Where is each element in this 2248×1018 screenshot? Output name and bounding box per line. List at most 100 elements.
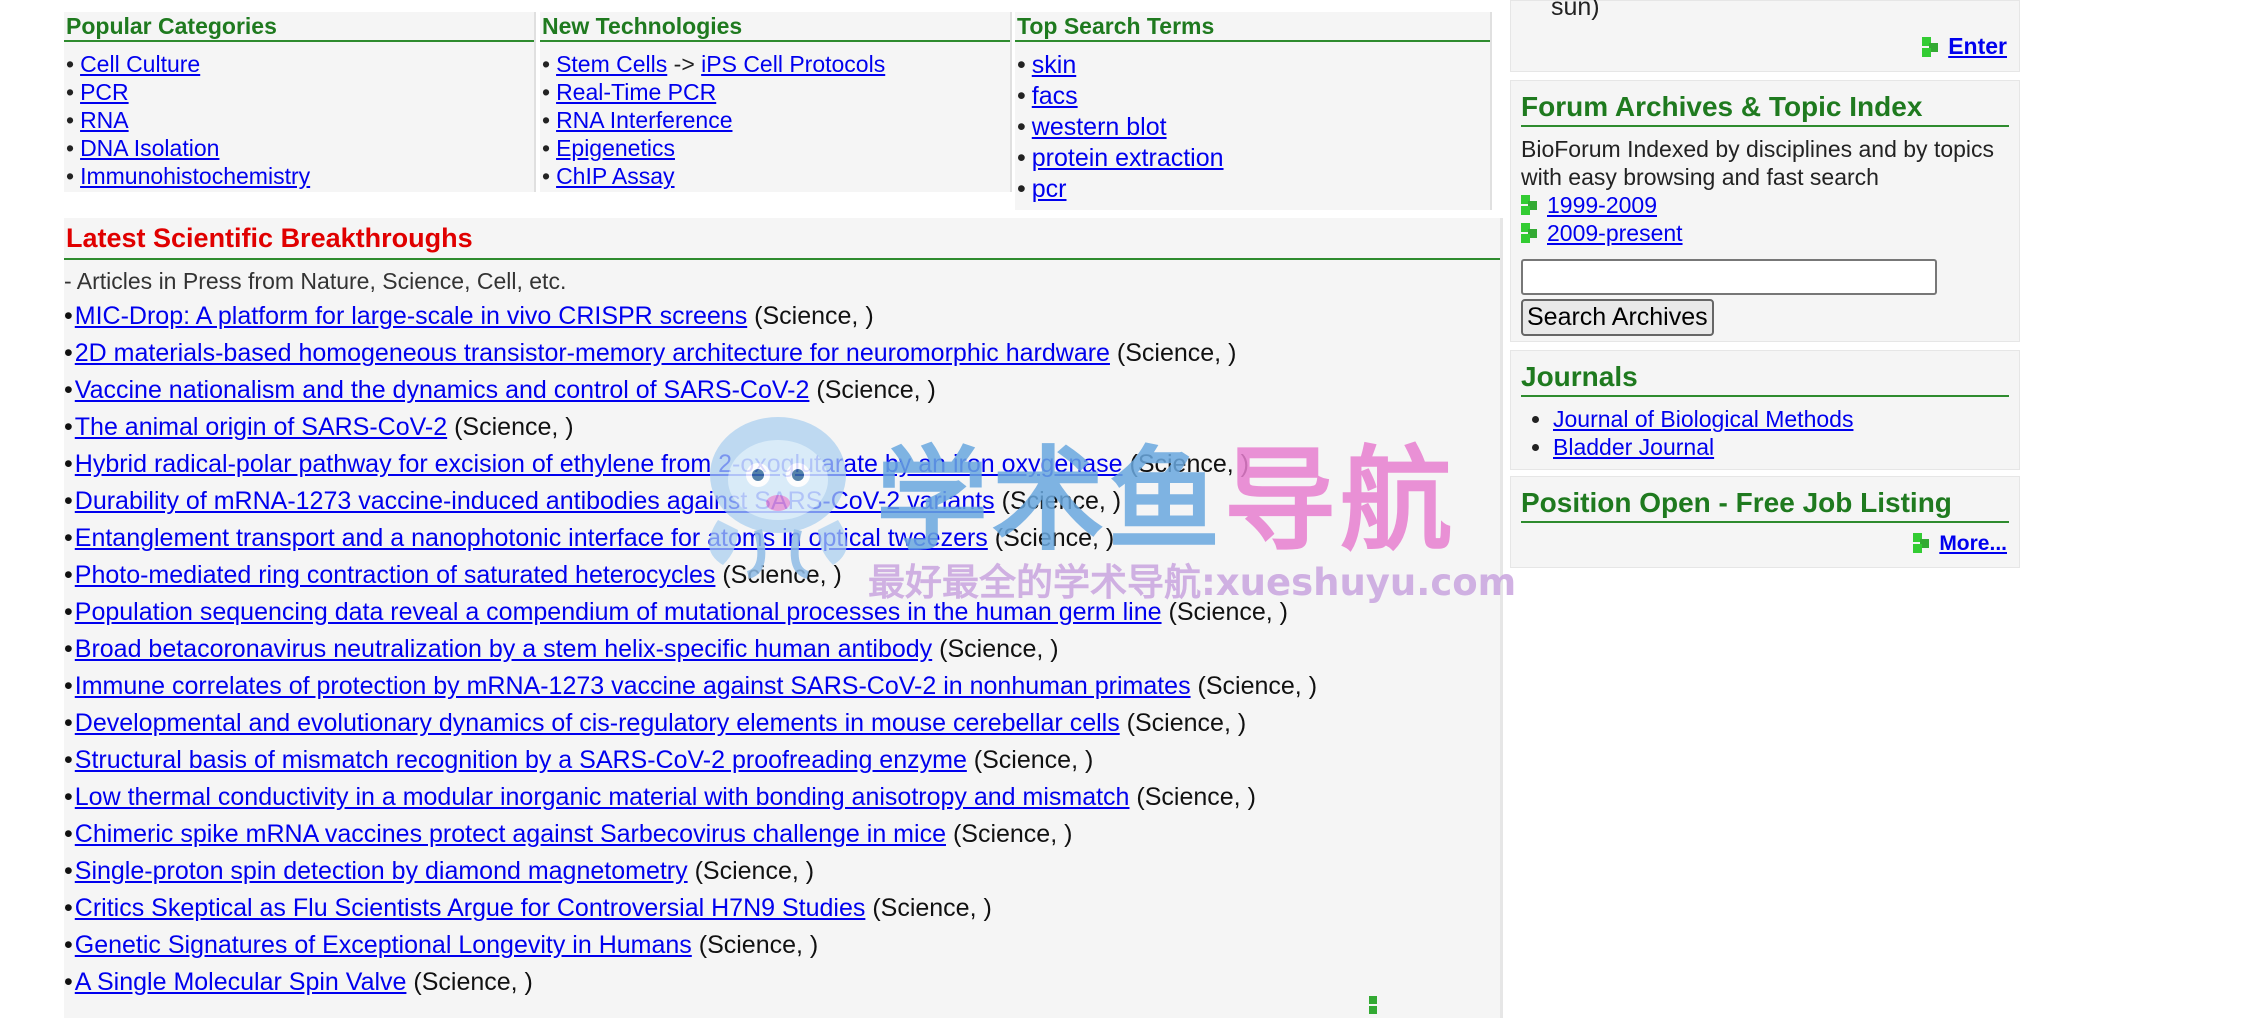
article-link[interactable]: Immune correlates of protection by mRNA-… <box>75 672 1191 700</box>
search-term-link[interactable]: western blot <box>1032 113 1167 141</box>
green-arrow-icon <box>1521 223 1537 243</box>
article-source: (Science, ) <box>1168 598 1288 626</box>
article-link[interactable]: Low thermal conductivity in a modular in… <box>75 783 1130 811</box>
list-item: • Immunohistochemistry <box>66 163 311 189</box>
article-bullet: • <box>64 524 73 552</box>
login-box: sun) Enter <box>1510 0 2020 72</box>
new-technologies-list: • Stem Cells -> iPS Cell Protocols • Real-… <box>540 50 1010 190</box>
article-source: (Science, ) <box>994 524 1115 552</box>
article-item: •Genetic Signatures of Exceptional Longe… <box>64 927 1500 964</box>
search-archives-button[interactable]: Search Archives <box>1521 299 1714 336</box>
article-bullet: • <box>64 339 73 367</box>
article-link[interactable]: Broad betacoronavirus neutralization by … <box>75 635 932 663</box>
article-bullet: • <box>64 783 73 811</box>
article-source: (Science, ) <box>973 746 1094 774</box>
technology-link[interactable]: iPS Cell Protocols <box>701 51 885 77</box>
article-link[interactable]: Genetic Signatures of Exceptional Longev… <box>75 931 692 959</box>
article-bullet: • <box>64 450 73 478</box>
list-item: • PCR <box>66 79 129 105</box>
list-item: Journal of Biological Methods <box>1553 405 2009 433</box>
article-link[interactable]: A Single Molecular Spin Valve <box>75 968 407 996</box>
article-source: (Science, ) <box>413 968 533 996</box>
article-bullet: • <box>64 561 73 589</box>
category-link[interactable]: Immunohistochemistry <box>80 163 310 189</box>
green-arrow-icon <box>1521 195 1537 215</box>
article-source: (Science, ) <box>816 376 936 404</box>
search-term-link[interactable]: pcr <box>1032 175 1067 203</box>
article-item: •Immune correlates of protection by mRNA… <box>64 668 1500 705</box>
article-link[interactable]: Entanglement transport and a nanophotoni… <box>75 524 988 552</box>
article-item: •Developmental and evolutionary dynamics… <box>64 705 1500 742</box>
article-item: •MIC-Drop: A platform for large-scale in… <box>64 298 1500 335</box>
job-listing-title: Position Open - Free Job Listing <box>1521 485 2009 523</box>
more-arrow-icon[interactable] <box>1369 996 1389 1016</box>
article-link[interactable]: The animal origin of SARS-CoV-2 <box>75 413 447 441</box>
green-arrow-icon <box>1922 37 1939 57</box>
technology-link[interactable]: ChIP Assay <box>556 163 674 189</box>
list-item: • Cell Culture <box>66 51 201 77</box>
article-bullet: • <box>64 820 73 848</box>
forum-archives-box: Forum Archives & Topic Index BioForum In… <box>1510 80 2020 342</box>
article-link[interactable]: Durability of mRNA-1273 vaccine-induced … <box>75 487 995 515</box>
forum-archives-description: BioForum Indexed by disciplines and by t… <box>1521 136 1995 190</box>
article-link[interactable]: Chimeric spike mRNA vaccines protect aga… <box>75 820 946 848</box>
article-link[interactable]: 2D materials-based homogeneous transisto… <box>75 339 1110 367</box>
article-item: •Durability of mRNA-1273 vaccine-induced… <box>64 483 1500 520</box>
article-bullet: • <box>64 302 73 330</box>
list-item: Bladder Journal <box>1553 433 2009 461</box>
technology-link[interactable]: Real-Time PCR <box>556 79 716 105</box>
article-source: (Science, ) <box>694 857 815 885</box>
article-link[interactable]: Developmental and evolutionary dynamics … <box>75 709 1120 737</box>
popular-categories-title: Popular Categories <box>64 12 534 42</box>
archive-year-item: 1999-2009 <box>1521 191 2009 219</box>
article-item: •Photo-mediated ring contraction of satu… <box>64 557 1500 594</box>
article-bullet: • <box>64 709 73 737</box>
archive-search-input[interactable] <box>1521 259 1937 295</box>
article-item: •Population sequencing data reveal a com… <box>64 594 1500 631</box>
article-source: (Science, ) <box>722 561 842 589</box>
technology-link[interactable]: Epigenetics <box>556 135 675 161</box>
list-item: • ChIP Assay <box>542 163 675 189</box>
enter-link[interactable]: Enter <box>1948 33 2007 59</box>
article-bullet: • <box>64 598 73 626</box>
category-link[interactable]: DNA Isolation <box>80 135 219 161</box>
article-source: (Science, ) <box>454 413 574 441</box>
article-link[interactable]: Structural basis of mismatch recognition… <box>75 746 967 774</box>
search-term-link[interactable]: facs <box>1032 82 1078 110</box>
article-bullet: • <box>64 968 73 996</box>
article-link[interactable]: MIC-Drop: A platform for large-scale in … <box>75 302 747 330</box>
journal-link[interactable]: Bladder Journal <box>1553 434 1714 460</box>
article-bullet: • <box>64 413 73 441</box>
category-link[interactable]: PCR <box>80 79 129 105</box>
article-link[interactable]: Hybrid radical-polar pathway for excisio… <box>75 450 1123 478</box>
article-link[interactable]: Vaccine nationalism and the dynamics and… <box>75 376 810 404</box>
article-link[interactable]: Single-proton spin detection by diamond … <box>75 857 688 885</box>
category-link[interactable]: Cell Culture <box>80 51 200 77</box>
list-item: • RNA <box>66 107 129 133</box>
article-link[interactable]: Photo-mediated ring contraction of satur… <box>75 561 716 589</box>
article-source: (Science, ) <box>1116 339 1237 367</box>
technology-link[interactable]: Stem Cells <box>556 51 667 77</box>
article-item: •Structural basis of mismatch recognitio… <box>64 742 1500 779</box>
latest-breakthroughs-subtitle: - Articles in Press from Nature, Science… <box>64 268 567 294</box>
article-bullet: • <box>64 672 73 700</box>
technology-link[interactable]: RNA Interference <box>556 107 732 133</box>
list-item: • Stem Cells -> iPS Cell Protocols <box>542 51 886 77</box>
article-bullet: • <box>64 376 73 404</box>
search-term-link[interactable]: skin <box>1032 51 1076 79</box>
archive-year-item: 2009-present <box>1521 219 2009 247</box>
archive-2009-present-link[interactable]: 2009-present <box>1547 219 1683 247</box>
more-jobs-link[interactable]: More... <box>1939 532 2007 555</box>
article-item: •Hybrid radical-polar pathway for excisi… <box>64 446 1500 483</box>
list-item: • western blot <box>1017 113 1167 141</box>
article-bullet: • <box>64 857 73 885</box>
category-link[interactable]: RNA <box>80 107 129 133</box>
article-link[interactable]: Critics Skeptical as Flu Scientists Argu… <box>75 894 866 922</box>
new-technologies-title: New Technologies <box>540 12 1010 42</box>
top-search-terms-list: • skin • facs • western blot • protein extra… <box>1015 50 1490 205</box>
search-term-link[interactable]: protein extraction <box>1032 144 1224 172</box>
journal-link[interactable]: Journal of Biological Methods <box>1553 406 1853 432</box>
article-link[interactable]: Population sequencing data reveal a comp… <box>75 598 1162 626</box>
top-search-terms-box: Top Search Terms • skin • facs • western bl… <box>1015 12 1492 210</box>
archive-1999-2009-link[interactable]: 1999-2009 <box>1547 191 1657 219</box>
